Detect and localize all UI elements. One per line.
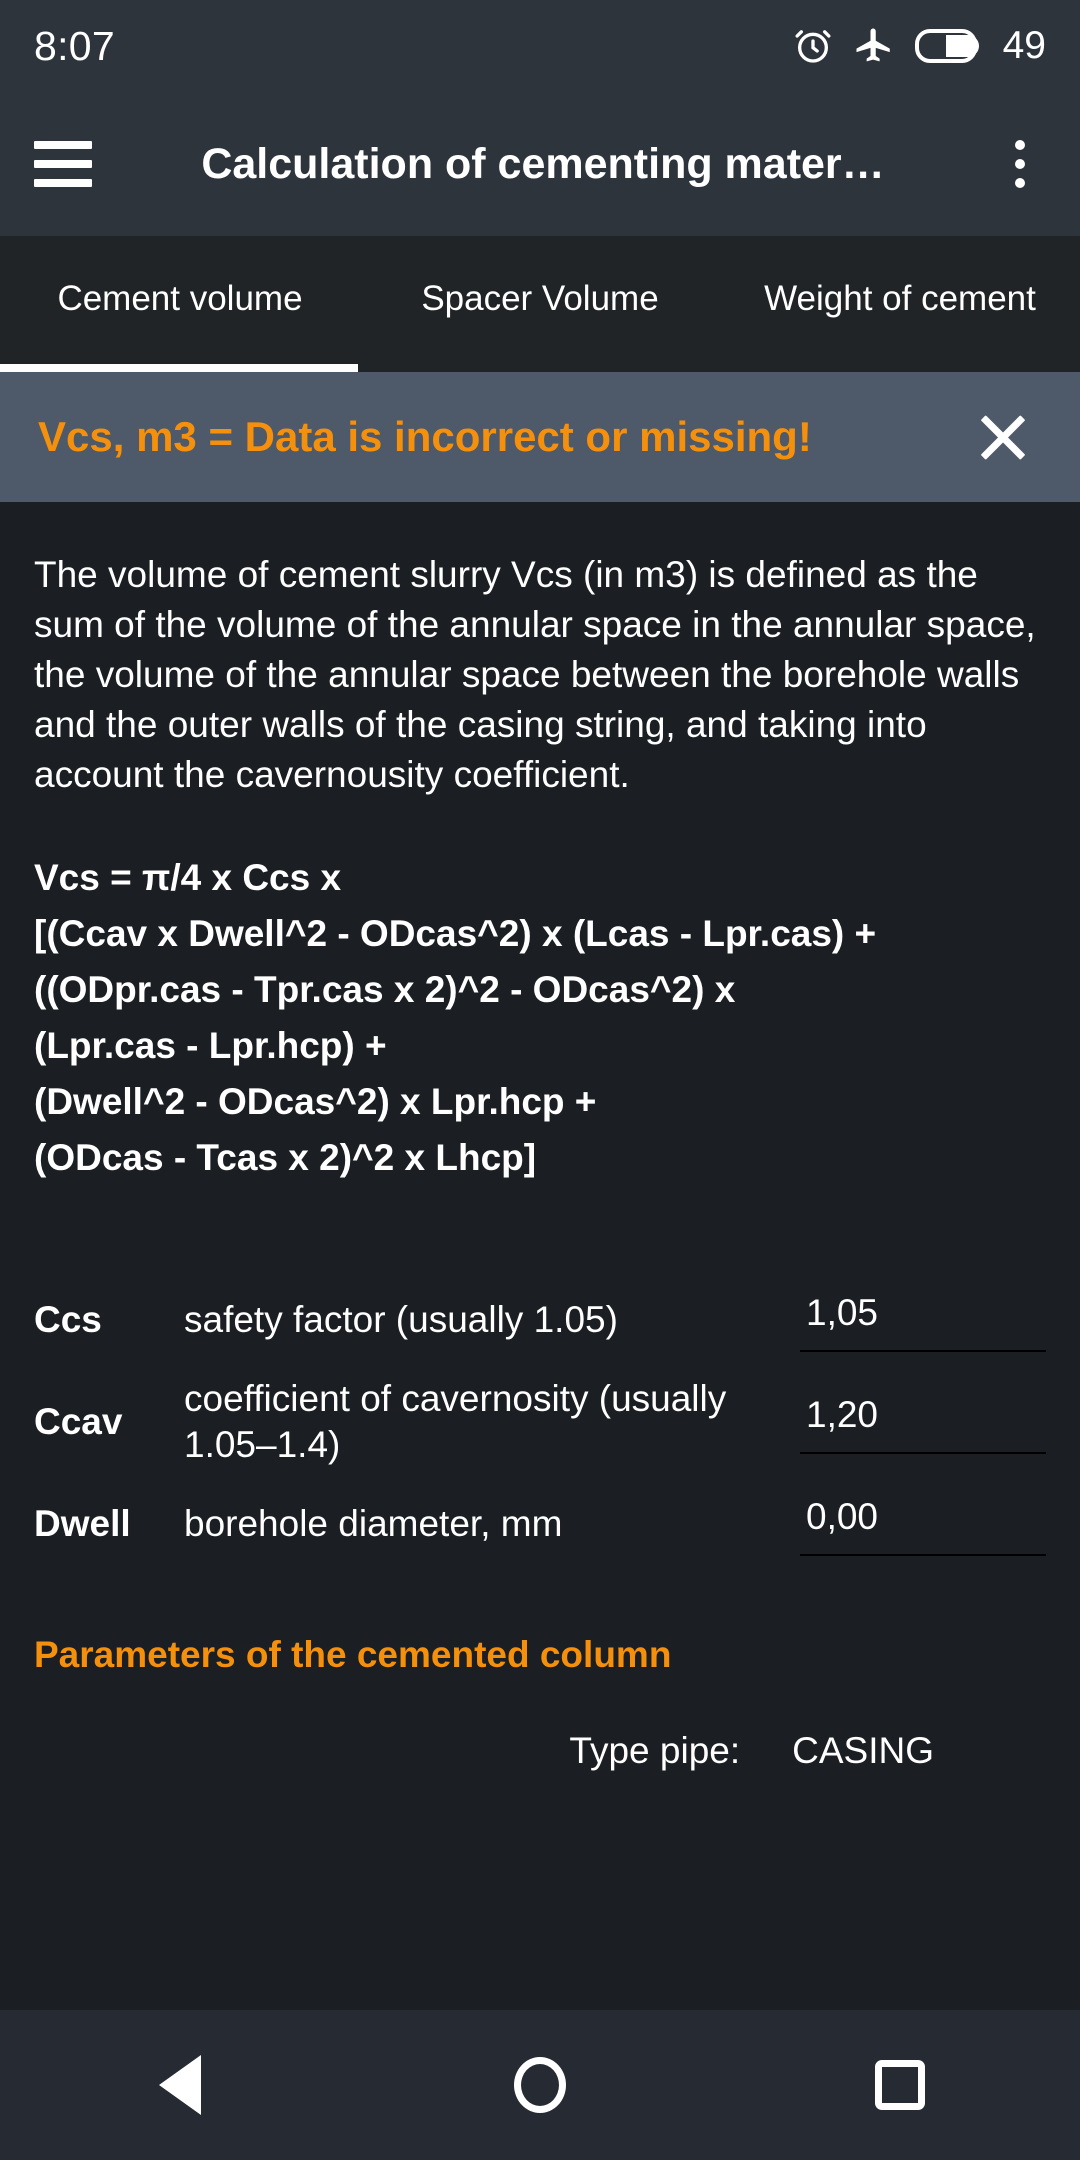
error-banner: Vcs, m3 = Data is incorrect or missing!: [0, 372, 1080, 502]
parameter-description: borehole diameter, mm: [184, 1503, 563, 1544]
battery-percent-label: 49: [1002, 24, 1046, 67]
status-bar-icons: 49: [793, 24, 1046, 68]
tab-weight-of-cement[interactable]: Weight of cement: [720, 236, 1080, 372]
type-pipe-selector[interactable]: CASING: [792, 1730, 934, 1772]
formula-block: Vcs = π/4 x Ccs x [(Ccav x Dwell^2 - ODc…: [34, 857, 877, 1178]
table-row: Ccav coefficient of cavernosity (usually…: [34, 1370, 1046, 1474]
parameter-description: safety factor (usually 1.05): [184, 1299, 618, 1340]
tab-bar: Cement volume Spacer Volume Weight of ce…: [0, 236, 1080, 372]
parameter-symbol: Dwell: [34, 1503, 131, 1544]
active-tab-indicator: [0, 364, 358, 372]
table-row: Ccs safety factor (usually 1.05) 1,05: [34, 1270, 1046, 1370]
content-area: The volume of cement slurry Vcs (in m3) …: [0, 502, 1080, 1772]
alarm-clock-icon: [793, 26, 833, 66]
parameter-value-input[interactable]: 0,00: [800, 1492, 1046, 1556]
home-circle-icon[interactable]: [480, 2030, 600, 2140]
parameter-symbol: Ccs: [34, 1299, 102, 1340]
page-title: Calculation of cementing mater…: [201, 139, 885, 188]
type-pipe-row: Type pipe: CASING: [34, 1676, 1046, 1772]
parameter-value-input[interactable]: 1,05: [800, 1288, 1046, 1352]
parameter-symbol: Ccav: [34, 1401, 123, 1442]
tab-spacer-volume[interactable]: Spacer Volume: [360, 236, 720, 372]
error-banner-message: Vcs, m3 = Data is incorrect or missing!: [38, 413, 812, 460]
table-row: Dwell borehole diameter, mm 0,00: [34, 1474, 1046, 1574]
tab-cement-volume[interactable]: Cement volume: [0, 236, 360, 372]
hamburger-menu-icon[interactable]: [34, 141, 92, 187]
airplane-mode-icon: [853, 25, 895, 67]
type-pipe-label: Type pipe:: [569, 1730, 741, 1771]
parameter-value-input[interactable]: 1,20: [800, 1390, 1046, 1454]
system-navigation-bar: [0, 2010, 1080, 2160]
more-vertical-icon[interactable]: [994, 140, 1046, 188]
app-screen: 8:07 49 Calculation of cementing mater… …: [0, 0, 1080, 2160]
status-bar-clock: 8:07: [34, 22, 115, 69]
parameter-list: Ccs safety factor (usually 1.05) 1,05 Cc…: [34, 1186, 1046, 1574]
section-heading: Parameters of the cemented column: [34, 1634, 672, 1675]
close-icon[interactable]: [964, 398, 1042, 476]
recents-square-icon[interactable]: [840, 2030, 960, 2140]
battery-icon: [914, 28, 981, 64]
description-text: The volume of cement slurry Vcs (in m3) …: [34, 554, 1036, 795]
status-bar: 8:07 49: [0, 0, 1080, 92]
app-bar: Calculation of cementing mater…: [0, 92, 1080, 236]
back-triangle-icon[interactable]: [120, 2030, 240, 2140]
parameter-description: coefficient of cavernosity (usually 1.05…: [184, 1378, 727, 1465]
